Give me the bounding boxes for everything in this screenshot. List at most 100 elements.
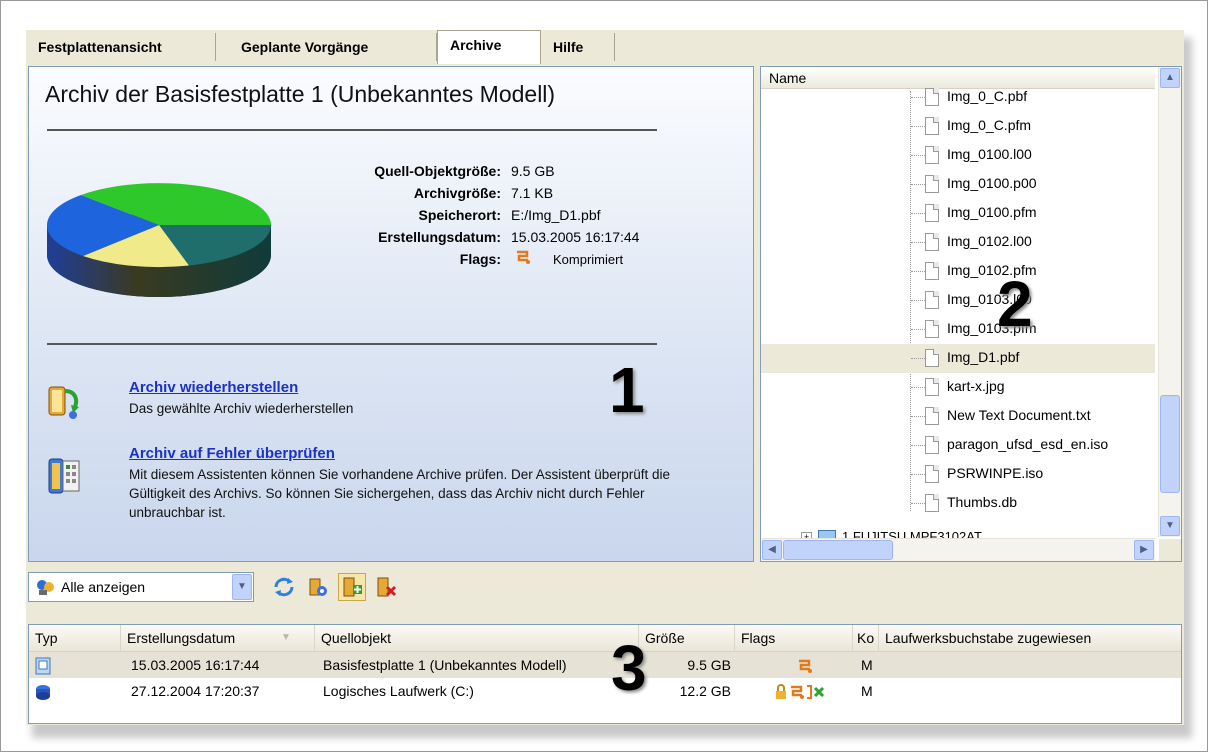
check-archive-description: Mit diesem Assistenten können Sie vorhan… — [129, 467, 671, 520]
file-icon — [925, 436, 939, 454]
tab-festplattenansicht[interactable]: Festplattenansicht — [26, 33, 216, 61]
column-header-groesse[interactable]: Größe — [639, 625, 735, 651]
file-icon — [925, 378, 939, 396]
cell-source: Logisches Laufwerk (C:) — [323, 683, 474, 699]
file-icon — [925, 204, 939, 222]
property-value: 9.5 GB — [511, 163, 555, 179]
callout-number: 3 — [611, 632, 647, 704]
file-icon — [925, 465, 939, 483]
tree-item[interactable]: Img_0103.pfm — [761, 315, 1155, 344]
property-row: Flags: Komprimiert — [291, 248, 639, 270]
horizontal-scrollbar[interactable]: ◀ ▶ — [761, 538, 1155, 561]
tab-archive[interactable]: Archive — [437, 30, 541, 64]
property-value: Komprimiert — [553, 252, 624, 267]
file-icon — [925, 88, 939, 106]
tree-item[interactable]: Img_0102.pfm — [761, 257, 1155, 286]
scroll-left-button[interactable]: ◀ — [762, 540, 782, 560]
column-header-quellobjekt[interactable]: Quellobjekt — [315, 625, 639, 651]
lock-icon — [776, 684, 786, 700]
tree-item-selected[interactable]: Img_D1.pbf — [761, 344, 1155, 373]
property-label: Archivgröße: — [413, 185, 501, 201]
file-icon — [925, 494, 939, 512]
file-icon — [925, 349, 939, 367]
tree-item[interactable]: kart-x.jpg — [761, 373, 1155, 402]
column-header-laufwerksbuchstabe[interactable]: Laufwerksbuchstabe zugewiesen — [879, 625, 1181, 651]
sort-arrow-icon: ▼ — [281, 632, 291, 643]
restore-archive-link[interactable]: Archiv wiederherstellen — [129, 379, 298, 396]
file-icon — [925, 262, 939, 280]
flags-cell — [773, 678, 827, 704]
show-all-icon — [37, 580, 54, 595]
callout-number: 2 — [997, 268, 1033, 340]
compressed-flag-icon — [797, 652, 813, 678]
file-icon — [925, 233, 939, 251]
compressed-flag-icon — [515, 249, 531, 272]
tree-item[interactable]: Thumbs.db — [761, 489, 1155, 518]
table-row[interactable]: 27.12.2004 17:20:37 Logisches Laufwerk (… — [29, 678, 1181, 704]
cell-ko: M — [861, 657, 873, 673]
filter-value: Alle anzeigen — [61, 579, 146, 595]
column-header-flags[interactable]: Flags — [735, 625, 853, 651]
file-icon — [925, 291, 939, 309]
column-header-ko[interactable]: Ko — [853, 625, 879, 651]
file-icon — [925, 407, 939, 425]
tree-item[interactable]: Img_0_C.pbf — [761, 83, 1155, 112]
property-label: Speicherort: — [418, 207, 501, 223]
tree-item[interactable]: Img_0100.l00 — [761, 141, 1155, 170]
file-tree-panel: Name Img_0_C.pbf Img_0_C.pfm Img_0100.l0… — [760, 66, 1182, 562]
property-row: Quell-Objektgröße: 9.5 GB — [291, 160, 639, 182]
pie-chart-icon — [46, 183, 272, 297]
filter-dropdown[interactable]: Alle anzeigen ▼ — [28, 572, 254, 602]
delete-archive-button[interactable] — [372, 573, 400, 601]
tab-hilfe[interactable]: Hilfe — [541, 33, 615, 61]
scroll-corner — [1159, 539, 1181, 561]
tree-item[interactable]: PSRWINPE.iso — [761, 460, 1155, 489]
property-row: Speicherort: E:/Img_D1.pbf — [291, 204, 639, 226]
split-flag-icon — [807, 685, 825, 700]
tree-item[interactable]: paragon_ufsd_esd_en.iso — [761, 431, 1155, 460]
properties-button[interactable] — [304, 573, 332, 601]
scroll-down-button[interactable]: ▼ — [1160, 516, 1180, 536]
tree-item[interactable]: New Text Document.txt — [761, 402, 1155, 431]
disk-type-icon — [35, 652, 51, 678]
cell-size: 12.2 GB — [679, 683, 731, 699]
tree-item[interactable]: Img_0100.p00 — [761, 170, 1155, 199]
archive-properties: Quell-Objektgröße: 9.5 GB Archivgröße: 7.1… — [291, 160, 639, 270]
delete-archive-icon — [377, 577, 397, 597]
refresh-button[interactable] — [270, 573, 298, 601]
property-value: 15.03.2005 16:17:44 — [511, 229, 640, 245]
chevron-down-icon[interactable]: ▼ — [232, 574, 252, 600]
tree-item[interactable]: Img_0103.l00 — [761, 286, 1155, 315]
file-icon — [925, 320, 939, 338]
property-value: E:/Img_D1.pbf — [511, 207, 601, 223]
property-label: Flags: — [459, 251, 501, 267]
column-header-typ[interactable]: Typ — [29, 625, 121, 651]
cell-date: 15.03.2005 16:17:44 — [131, 657, 260, 673]
add-archive-button[interactable] — [338, 573, 366, 601]
check-archive-link[interactable]: Archiv auf Fehler überprüfen — [129, 445, 335, 462]
tree-item[interactable]: Img_0100.pfm — [761, 199, 1155, 228]
vertical-scrollbar[interactable]: ▲ ▼ — [1158, 67, 1181, 537]
table-row[interactable]: 15.03.2005 16:17:44 Basisfestplatte 1 (U… — [29, 652, 1181, 678]
hscroll-thumb[interactable] — [783, 540, 893, 560]
settings-icon — [309, 578, 327, 596]
property-row: Erstellungsdatum: 15.03.2005 16:17:44 — [291, 226, 639, 248]
archive-title: Archiv der Basisfestplatte 1 (Unbekannte… — [45, 81, 556, 107]
column-header-erstellungsdatum[interactable]: Erstellungsdatum ▼ — [121, 625, 315, 651]
archive-table: Typ Erstellungsdatum ▼ Quellobjekt Größe … — [28, 624, 1182, 724]
check-archive-icon — [48, 458, 80, 494]
scroll-thumb[interactable] — [1160, 395, 1180, 493]
restore-icon — [48, 386, 79, 419]
scroll-right-button[interactable]: ▶ — [1134, 540, 1154, 560]
application-window: Festplattenansicht Geplante Vorgänge Arc… — [26, 30, 1184, 725]
tab-geplante-vorgaenge[interactable]: Geplante Vorgänge — [229, 33, 437, 61]
cell-size: 9.5 GB — [687, 657, 731, 673]
property-value: 7.1 KB — [511, 185, 554, 201]
scroll-up-button[interactable]: ▲ — [1160, 68, 1180, 88]
tab-bar: Festplattenansicht Geplante Vorgänge Arc… — [26, 30, 1184, 64]
cell-ko: M — [861, 683, 873, 699]
divider — [47, 343, 657, 345]
tree-item[interactable]: Img_0_C.pfm — [761, 112, 1155, 141]
tree-item[interactable]: Img_0102.l00 — [761, 228, 1155, 257]
property-label: Erstellungsdatum: — [378, 229, 501, 245]
